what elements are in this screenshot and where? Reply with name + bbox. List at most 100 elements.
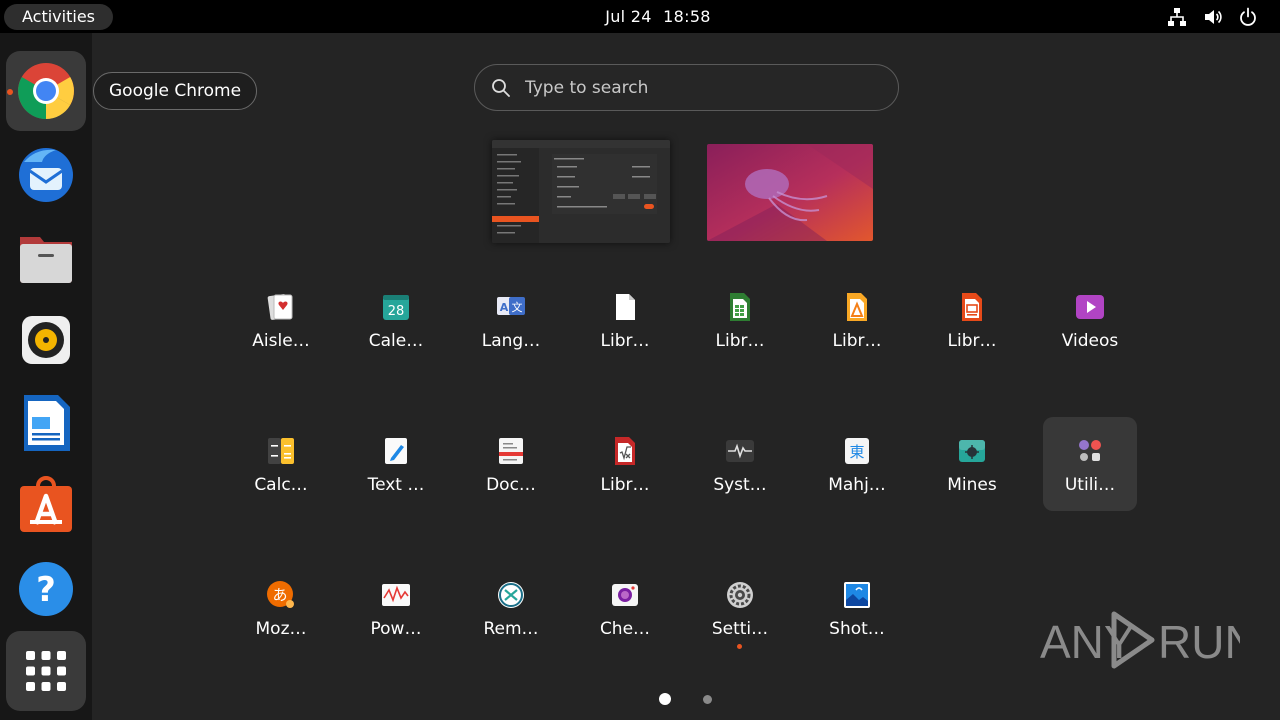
app-label: Doc…: [486, 475, 536, 495]
app-tile[interactable]: Libr…: [693, 278, 787, 372]
libreoffice-icon: [616, 294, 635, 320]
settings-icon: [727, 582, 753, 608]
videos-icon: [1076, 295, 1104, 319]
search-box[interactable]: [474, 64, 899, 111]
remmina-icon: [498, 582, 524, 608]
calendar-icon: 28: [383, 295, 409, 320]
language-icon: A 文: [497, 297, 525, 315]
app-tile[interactable]: Doc…: [464, 422, 558, 516]
app-label: Moz…: [255, 619, 307, 639]
app-label: Text …: [367, 475, 425, 495]
svg-text:あ: あ: [272, 586, 287, 604]
app-tile[interactable]: Aisle…: [234, 278, 328, 372]
app-label: Setti…: [711, 619, 769, 639]
running-indicator: [737, 644, 742, 649]
page-indicator-2[interactable]: [703, 695, 712, 704]
software-icon: [20, 476, 72, 532]
utilities-folder-icon: [1079, 440, 1101, 461]
anyrun-watermark: ANY RUN: [1040, 611, 1240, 669]
app-tile[interactable]: Text …: [349, 422, 443, 516]
app-tile[interactable]: Mines: [925, 422, 1019, 516]
text-editor-icon: [385, 438, 407, 464]
app-tile[interactable]: Pow…: [349, 566, 443, 660]
app-label: Mines: [947, 475, 997, 495]
power-statistics-icon: [382, 584, 410, 606]
app-label: Che…: [599, 619, 651, 639]
mahjongg-icon: 東: [845, 438, 869, 464]
top-bar: Activities Jul 24 18:58: [0, 0, 1280, 33]
chrome-icon: [18, 63, 74, 119]
app-tile[interactable]: Syst…: [693, 422, 787, 516]
app-label: Utili…: [1064, 475, 1116, 495]
writer-icon: [24, 395, 70, 451]
app-label: Libr…: [600, 331, 650, 351]
app-tile[interactable]: 東 Mahj…: [810, 422, 904, 516]
show-applications-button[interactable]: [6, 631, 86, 711]
clock-button[interactable]: Jul 24 18:58: [560, 0, 756, 33]
app-label: Cale…: [368, 331, 424, 351]
app-label: Aisle…: [252, 331, 310, 351]
app-tile[interactable]: Libr…: [578, 278, 672, 372]
libreoffice-draw-icon: [847, 293, 867, 321]
svg-text:?: ?: [36, 570, 56, 610]
app-label: Shot…: [829, 619, 885, 639]
dock-item-chrome[interactable]: [6, 51, 86, 131]
dock-item-thunderbird[interactable]: [6, 134, 86, 214]
workspace-thumbnail-1[interactable]: [492, 140, 670, 243]
svg-text:東: 東: [849, 443, 864, 461]
libreoffice-math-icon: [615, 437, 635, 465]
running-indicator: [7, 89, 13, 95]
cheese-icon: [612, 584, 638, 606]
app-tile[interactable]: Shot…: [810, 566, 904, 660]
dock-item-help[interactable]: ?: [6, 549, 86, 629]
app-tile[interactable]: Setti…: [693, 566, 787, 660]
app-tile[interactable]: あ Moz…: [234, 566, 328, 660]
dock-item-writer[interactable]: [6, 383, 86, 463]
network-icon[interactable]: [1166, 6, 1188, 28]
document-viewer-icon: [499, 438, 523, 464]
search-input[interactable]: [525, 73, 865, 103]
shotwell-icon: [844, 582, 870, 608]
app-label: Videos: [1061, 331, 1119, 351]
dock-tooltip: Google Chrome: [93, 72, 258, 110]
app-tile[interactable]: Calc…: [234, 422, 328, 516]
files-icon: [20, 237, 72, 283]
app-tile[interactable]: Rem…: [464, 566, 558, 660]
app-label: Rem…: [483, 619, 539, 639]
aisleriot-icon: [267, 294, 293, 320]
app-tile[interactable]: Libr…: [578, 422, 672, 516]
app-tile[interactable]: Libr…: [810, 278, 904, 372]
app-label: Libr…: [947, 331, 997, 351]
app-tile[interactable]: Libr…: [925, 278, 1019, 372]
calculator-icon: [268, 438, 294, 464]
dock-item-files[interactable]: [6, 217, 86, 297]
app-tile[interactable]: Videos: [1043, 278, 1137, 372]
app-label: Libr…: [600, 475, 650, 495]
app-tile[interactable]: 28 Cale…: [349, 278, 443, 372]
dock: ?: [0, 33, 92, 720]
wallpaper-preview: [707, 144, 873, 241]
dock-item-software[interactable]: [6, 466, 86, 546]
page-indicator-1[interactable]: [659, 693, 671, 705]
help-icon: ?: [19, 562, 73, 616]
workspace-thumbnail-2[interactable]: [707, 144, 873, 241]
app-label: Calc…: [254, 475, 308, 495]
app-tile[interactable]: A 文 Lang…: [464, 278, 558, 372]
clock-time: 18:58: [663, 7, 711, 26]
libreoffice-impress-icon: [962, 293, 982, 321]
app-label: Pow…: [370, 619, 422, 639]
mozc-icon: あ: [267, 581, 294, 608]
app-folder-utilities[interactable]: Utili…: [1043, 417, 1137, 511]
clock-date: Jul 24: [605, 7, 652, 26]
app-label: Libr…: [715, 331, 765, 351]
svg-text:RUN: RUN: [1158, 616, 1240, 668]
system-monitor-icon: [726, 440, 754, 462]
dock-item-rhythmbox[interactable]: [6, 300, 86, 380]
volume-icon[interactable]: [1202, 6, 1224, 28]
app-tile[interactable]: Che…: [578, 566, 672, 660]
app-label: Lang…: [481, 331, 541, 351]
thunderbird-icon: [19, 148, 73, 202]
activities-button[interactable]: Activities: [4, 4, 113, 30]
power-icon[interactable]: [1237, 6, 1259, 28]
app-label: Libr…: [832, 331, 882, 351]
